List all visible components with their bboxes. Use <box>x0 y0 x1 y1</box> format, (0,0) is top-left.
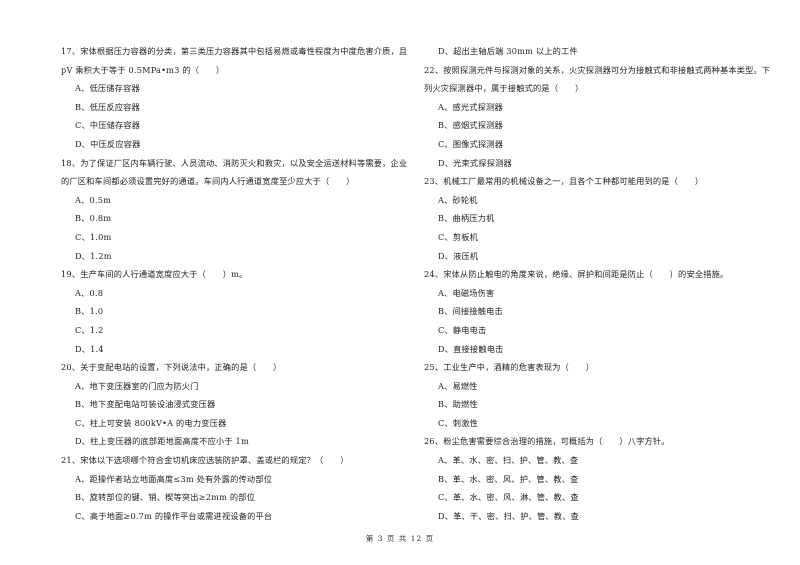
question-stem: 19、生产车间的人行通道宽度应大于（ ）m。 <box>61 269 248 280</box>
option-c: C、革、水、密、风、淋、管、教、查 <box>438 492 579 503</box>
question-stem: 的厂区和车间都必须设置完好的通道。车间内人行通道宽度至少应大于（ ） <box>61 176 355 187</box>
option-d: D、液压机 <box>438 250 479 261</box>
right-column: D、超出主轴后端 30mm 以上的工件 22、按照探测元件与探测对象的关系，火灾… <box>424 42 776 525</box>
option-b: B、0.8m <box>75 213 112 224</box>
option-c: C、剪板机 <box>438 231 479 242</box>
option-d: D、1.2m <box>75 250 112 261</box>
option-c: C、刺激性 <box>438 417 479 428</box>
question-stem: 17、宋体根据压力容器的分类，第三类压力容器其中包括易燃或毒性程度为中度危害介质… <box>61 46 408 56</box>
option-c: C、中压储存容器 <box>75 120 141 131</box>
question-stem: 25、工业生产中，酒精的危害表现为（ ） <box>424 362 595 373</box>
option-c: C、静电电击 <box>438 324 487 335</box>
option-a: A、0.8 <box>75 287 104 298</box>
question-stem: 23、机械工厂最常用的机械设备之一，且各个工种都可能用到的是（ ） <box>424 176 704 187</box>
question-22: 22、按照探测元件与探测对象的关系，火灾探测器可分为接触式和非接触式两种基本类型… <box>424 61 776 173</box>
option-c: C、图像式探测器 <box>438 138 504 149</box>
option-b: B、感烟式探测器 <box>438 120 503 131</box>
question-21-continued: D、超出主轴后端 30mm 以上的工件 <box>424 42 776 61</box>
option-a: A、地下变压器室的门应为防火门 <box>75 380 199 391</box>
option-b: B、曲柄压力机 <box>438 213 495 224</box>
option-a: A、低压储存容器 <box>75 83 140 94</box>
question-17: 17、宋体根据压力容器的分类，第三类压力容器其中包括易燃或毒性程度为中度危害介质… <box>61 42 413 154</box>
question-stem: 26、粉尘危害需要综合治理的措施，可概括为（ ）八字方针。 <box>424 436 670 447</box>
question-23: 23、机械工厂最常用的机械设备之一，且各个工种都可能用到的是（ ） A、砂轮机 … <box>424 172 776 265</box>
question-21: 21、宋体以下选项哪个符合金切机床应选装防护罩、盖或栏的规定？（ ） A、距操作… <box>61 451 413 525</box>
option-d: D、中压反应容器 <box>75 138 141 149</box>
option-a: A、感光式探测器 <box>438 101 503 112</box>
option-a: A、0.5m <box>75 194 112 205</box>
option-a: A、砂轮机 <box>438 194 478 205</box>
question-24: 24、宋体从防止触电的角度来说，绝缘、屏护和间距是防止（ ）的安全措施。 A、电… <box>424 265 776 358</box>
option-a: A、距操作者站立地面高度≤3m 处有外露的传动部位 <box>75 473 273 484</box>
question-26: 26、粉尘危害需要综合治理的措施，可概括为（ ）八字方针。 A、革、水、密、扫、… <box>424 432 776 525</box>
option-b: B、革、水、密、风、护、管、教、查 <box>438 473 579 484</box>
question-stem: 22、按照探测元件与探测对象的关系，火灾探测器可分为接触式和非接触式两种基本类型… <box>424 64 771 75</box>
option-b: B、1.0 <box>75 306 104 317</box>
option-d: D、1.4 <box>75 343 104 354</box>
option-c: C、1.2 <box>75 324 104 335</box>
option-a: A、易燃性 <box>438 380 478 391</box>
question-stem: 列火灾探测器中，属于接触式的是（ ） <box>424 83 584 94</box>
question-25: 25、工业生产中，酒精的危害表现为（ ） A、易燃性 B、助燃性 C、刺激性 <box>424 358 776 432</box>
question-stem: 21、宋体以下选项哪个符合金切机床应选装防护罩、盖或栏的规定？（ ） <box>61 455 349 466</box>
question-19: 19、生产车间的人行通道宽度应大于（ ）m。 A、0.8 B、1.0 C、1.2… <box>61 265 413 358</box>
option-d: D、直接接触电击 <box>438 343 504 354</box>
option-b: B、间接接触电击 <box>438 306 503 317</box>
question-stem: 24、宋体从防止触电的角度来说，绝缘、屏护和间距是防止（ ）的安全措施。 <box>424 269 729 280</box>
question-stem: pV 乘积大于等于 0.5MPa•m3 的（ ） <box>61 64 225 75</box>
option-b: B、地下变配电站可装设油浸式变压器 <box>75 399 216 410</box>
option-c: C、高于地面≥0.7m 的操作平台或需进视设备的平台 <box>75 510 273 521</box>
question-stem: 18、为了保证厂区内车辆行驶、人员流动、消防灭火和救灾，以及安全运送材料等需要，… <box>61 157 408 168</box>
option-a: A、革、水、密、扫、护、管、教、查 <box>438 455 579 466</box>
option-b: B、助燃性 <box>438 399 478 410</box>
option-b: B、旋转部位的键、销、楔等突出≥2mm 的部位 <box>75 492 256 503</box>
page-number: 第 3 页 共 12 页 <box>365 534 435 543</box>
option-b: B、低压反应容器 <box>75 101 140 112</box>
option-c: C、柱上可安装 800kV•A 的电力变压器 <box>75 417 227 428</box>
option-d: D、光束式探探测器 <box>438 157 512 168</box>
left-column: 17、宋体根据压力容器的分类，第三类压力容器其中包括易燃或毒性程度为中度危害介质… <box>61 42 413 525</box>
option-a: A、电磁场伤害 <box>438 287 495 298</box>
option-d: D、革、干、密、扫、护、管、教、查 <box>438 510 579 521</box>
option-d: D、柱上变压器的底部距地面高度不应小于 1m <box>75 436 249 447</box>
question-stem: 20、关于变配电站的设置，下列说法中，正确的是（ ） <box>61 362 282 373</box>
question-20: 20、关于变配电站的设置，下列说法中，正确的是（ ） A、地下变压器室的门应为防… <box>61 358 413 451</box>
question-18: 18、为了保证厂区内车辆行驶、人员流动、消防灭火和救灾，以及安全运送材料等需要，… <box>61 154 413 266</box>
option-c: C、1.0m <box>75 231 112 242</box>
option-d: D、超出主轴后端 30mm 以上的工件 <box>438 46 578 56</box>
